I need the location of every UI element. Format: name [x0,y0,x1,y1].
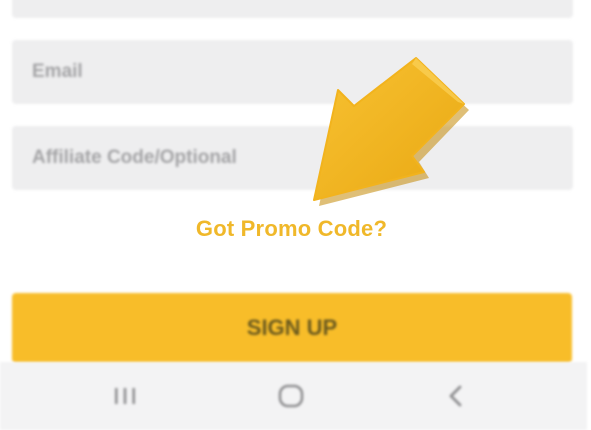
promo-code-link[interactable]: Got Promo Code? [0,216,583,242]
system-navigation-bar [0,362,587,430]
affiliate-code-field-container [12,126,573,190]
back-icon[interactable] [436,376,476,416]
signup-screen: Got Promo Code? SIGN UP [0,0,591,430]
affiliate-code-field[interactable] [12,126,573,190]
recents-icon[interactable] [105,376,145,416]
sign-up-button[interactable]: SIGN UP [12,293,572,363]
email-field-container [12,40,573,104]
email-field[interactable] [12,40,573,104]
previous-field[interactable] [12,0,573,18]
home-icon[interactable] [271,376,311,416]
